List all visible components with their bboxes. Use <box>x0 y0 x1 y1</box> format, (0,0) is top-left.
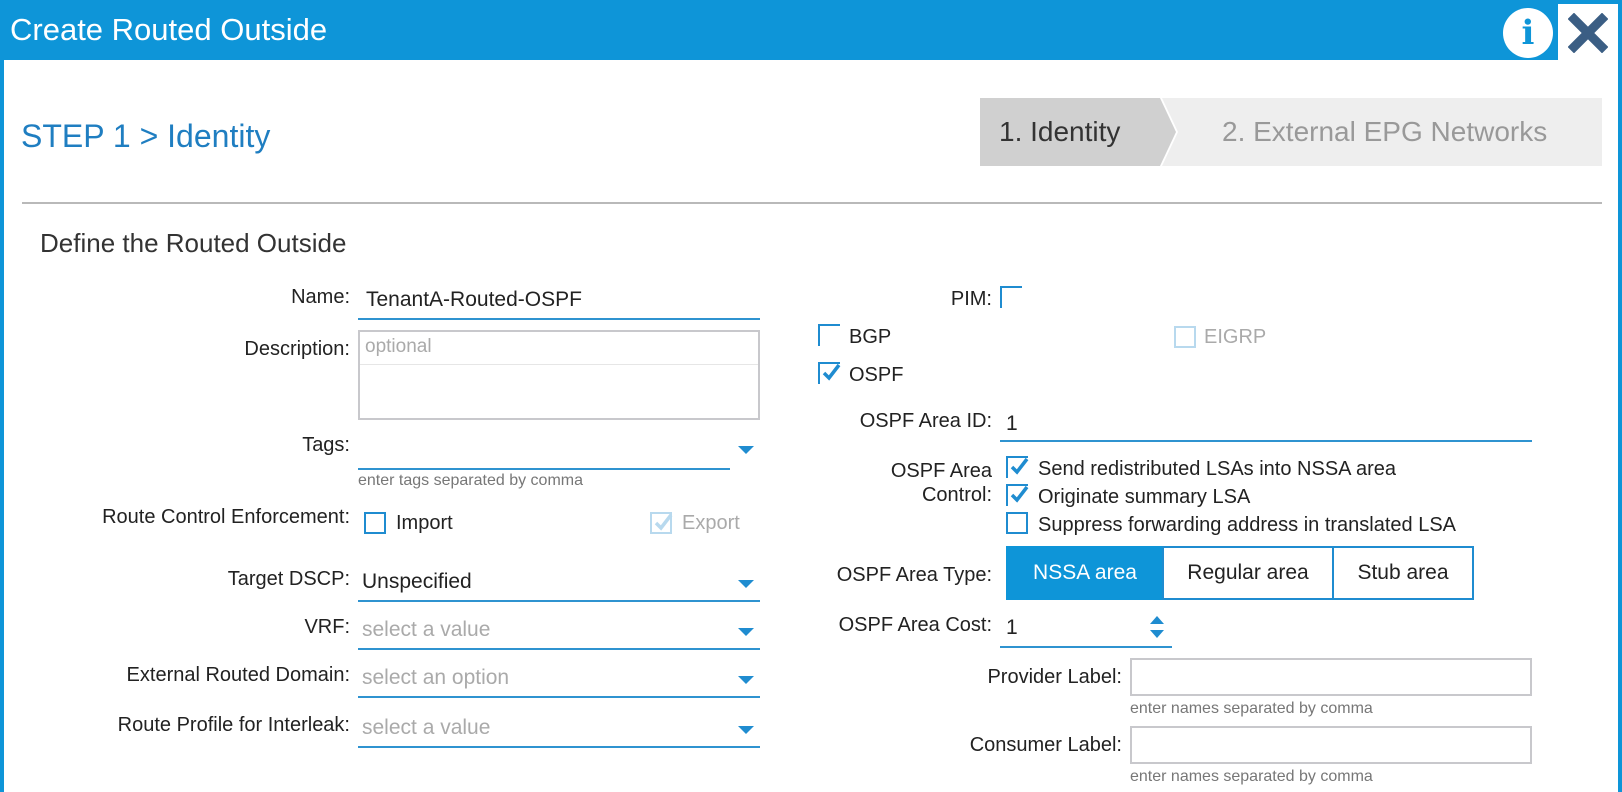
area-id-input[interactable]: 1 <box>1006 412 1018 436</box>
wizard-step-external-epg[interactable]: 2. External EPG Networks <box>1162 98 1602 166</box>
eigrp-label: EIGRP <box>1204 326 1267 348</box>
target-dscp-underline <box>358 600 760 602</box>
area-type-stub[interactable]: Stub area <box>1332 546 1474 600</box>
tags-dropdown-icon[interactable] <box>738 446 754 454</box>
description-placeholder: optional <box>365 336 432 357</box>
pim-label: PIM: <box>950 288 992 310</box>
vrf-underline <box>358 648 760 650</box>
import-label: Import <box>396 512 453 534</box>
ext-domain-select[interactable]: select an option <box>362 666 509 690</box>
consumer-input[interactable] <box>1130 726 1532 764</box>
suppress-forwarding-label: Suppress forwarding address in translate… <box>1038 514 1457 536</box>
eigrp-checkbox <box>1174 326 1196 348</box>
name-input[interactable]: TenantA-Routed-OSPF <box>366 288 582 312</box>
area-cost-label: OSPF Area Cost: <box>838 614 992 636</box>
area-type-regular[interactable]: Regular area <box>1162 546 1334 600</box>
area-id-underline <box>1000 440 1532 442</box>
close-icon[interactable] <box>1558 4 1618 62</box>
import-checkbox[interactable] <box>364 512 386 534</box>
send-redistributed-label: Send redistributed LSAs into NSSA area <box>1038 458 1396 480</box>
route-profile-underline <box>358 746 760 748</box>
section-title: Define the Routed Outside <box>40 228 347 258</box>
ext-domain-underline <box>358 696 760 698</box>
send-redistributed-checkbox[interactable] <box>1006 456 1029 478</box>
name-underline <box>358 318 760 320</box>
originate-summary-checkbox[interactable] <box>1006 484 1029 506</box>
check-icon <box>654 513 673 531</box>
export-label: Export <box>682 512 740 534</box>
check-icon <box>822 363 841 381</box>
tags-help: enter tags separated by comma <box>358 472 584 489</box>
spinner-up-icon[interactable] <box>1150 616 1164 624</box>
textarea-row-line <box>360 364 758 365</box>
spinner-down-icon[interactable] <box>1150 630 1164 638</box>
bgp-label: BGP <box>849 326 892 348</box>
vrf-label: VRF: <box>304 616 350 638</box>
tags-input[interactable] <box>358 468 730 470</box>
check-icon <box>1010 457 1029 475</box>
area-cost-underline <box>1000 646 1172 648</box>
name-label: Name: <box>291 286 350 308</box>
bgp-checkbox[interactable] <box>818 324 840 346</box>
originate-summary-label: Originate summary LSA <box>1038 486 1251 508</box>
route-profile-label: Route Profile for Interleak: <box>117 714 350 736</box>
area-cost-input[interactable]: 1 <box>1006 616 1018 640</box>
target-dscp-select[interactable]: Unspecified <box>362 570 472 594</box>
tags-label: Tags: <box>302 434 350 456</box>
wizard-step-label: 1. Identity <box>999 116 1121 147</box>
suppress-forwarding-checkbox[interactable] <box>1006 512 1028 534</box>
vrf-dropdown-icon[interactable] <box>738 628 754 636</box>
ext-domain-label: External Routed Domain: <box>126 664 350 686</box>
area-control-label-line2: Control: <box>921 484 992 506</box>
area-id-label: OSPF Area ID: <box>859 410 992 432</box>
ospf-checkbox[interactable] <box>818 362 841 384</box>
consumer-label: Consumer Label: <box>969 734 1122 756</box>
wizard-step-identity[interactable]: 1. Identity <box>980 98 1176 166</box>
pim-checkbox[interactable] <box>1000 286 1022 308</box>
dialog-frame-left <box>0 60 4 792</box>
wizard-step-label: 2. External EPG Networks <box>1222 116 1548 147</box>
description-textarea[interactable]: optional <box>358 330 760 420</box>
route-profile-dropdown-icon[interactable] <box>738 726 754 734</box>
info-icon[interactable]: i <box>1503 8 1553 58</box>
ospf-label: OSPF <box>849 364 904 386</box>
target-dscp-label: Target DSCP: <box>227 568 350 590</box>
dialog-frame-right <box>1618 60 1622 792</box>
area-type-label: OSPF Area Type: <box>836 564 992 586</box>
area-type-nssa[interactable]: NSSA area <box>1006 546 1164 600</box>
divider <box>22 202 1602 204</box>
step-heading: STEP 1 > Identity <box>21 118 271 154</box>
target-dscp-dropdown-icon[interactable] <box>738 580 754 588</box>
provider-label: Provider Label: <box>987 666 1122 688</box>
provider-input[interactable] <box>1130 658 1532 696</box>
vrf-select[interactable]: select a value <box>362 618 490 642</box>
export-checkbox <box>650 512 673 534</box>
consumer-help: enter names separated by comma <box>1130 768 1373 785</box>
area-control-label-line1: OSPF Area <box>890 460 992 482</box>
dialog-title: Create Routed Outside <box>10 12 328 47</box>
ext-domain-dropdown-icon[interactable] <box>738 676 754 684</box>
area-type-segmented: NSSA area Regular area Stub area <box>1006 546 1474 600</box>
description-label: Description: <box>244 338 350 360</box>
route-profile-select[interactable]: select a value <box>362 716 490 740</box>
check-icon <box>1010 485 1029 503</box>
route-control-label: Route Control Enforcement: <box>102 506 350 528</box>
provider-help: enter names separated by comma <box>1130 700 1373 717</box>
